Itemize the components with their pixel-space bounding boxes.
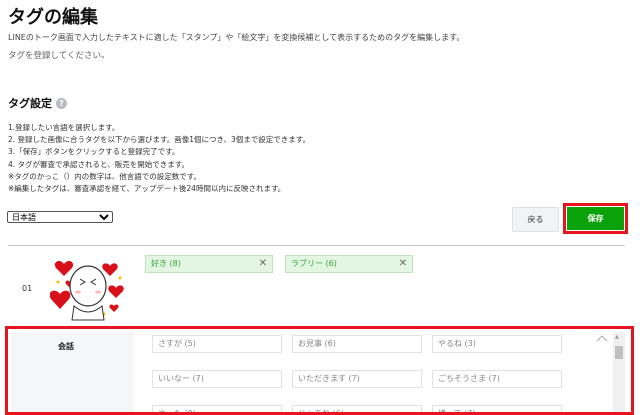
remove-tag-icon[interactable]: ✕ [399,256,407,272]
tag-option[interactable]: お見事 (6) [292,335,422,353]
instruction-step: 4. タグが審査で承認されると、販売を開始できます。 [8,159,189,169]
remove-tag-icon[interactable]: ✕ [259,256,267,272]
page-description: LINEのトーク画面で入力したテキストに適した「スタンプ」や「絵文字」を変換候補… [8,33,465,42]
tag-picker: 会話 さすが (5) お見事 (6) やるね (3) いいなー (7) いただき… [5,326,634,415]
scroll-up-arrow-icon[interactable]: ▲ [615,334,619,340]
scrollbar[interactable] [613,332,625,412]
instructions-list: 1.登録したい言語を選択します。 2. 登録した画像に合うタグを以下から選びます… [8,122,310,195]
instruction-step: 3.「保存」ボタンをクリックすると登録完了です。 [8,147,180,157]
tag-option[interactable]: やるね (3) [432,335,562,353]
sticker-image [50,261,124,321]
selected-tag: 好き (8) ✕ [145,255,273,273]
sticker-number: 01 [22,284,33,293]
tag-settings-heading: タグ設定 ? [8,95,67,111]
selected-tag: ラブリー (6) ✕ [285,255,413,273]
tag-option[interactable]: いただきます (7) [292,370,422,388]
chevron-up-icon[interactable] [596,334,608,342]
tag-option[interactable]: ごちそうさま (7) [432,370,562,388]
tag-option[interactable]: じゃあね (6) [292,405,422,412]
page-instruction: タグを登録してください。 [8,51,110,61]
tag-option[interactable]: やった (8) [152,405,282,412]
back-button[interactable]: 戻る [512,207,559,232]
category-label: 会話 [58,342,74,351]
tag-option[interactable]: 構って (7) [432,405,562,412]
help-icon[interactable]: ? [56,97,67,109]
instruction-step: 2. 登録した画像に合うタグを以下から選びます。画像1個につき、3個まで設定でき… [8,135,311,145]
tag-option[interactable]: さすが (5) [152,335,282,353]
instruction-step: 1.登録したい言語を選択します。 [8,123,120,132]
tag-option[interactable]: いいなー (7) [152,370,282,388]
page-title: タグの編集 [8,7,98,28]
divider [8,245,625,246]
selected-tag-label: 好き (8) [151,259,181,268]
selected-tag-label: ラブリー (6) [291,259,337,268]
tag-settings-title: タグ設定 [8,97,52,110]
language-select[interactable]: 日本語 [7,211,113,223]
instruction-step: ※タグのかっこ（）内の数字は、他言語での設定数です。 [8,171,202,181]
instruction-step: ※編集したタグは、審査承認を経て、アップデート後24時間以内に反映されます。 [8,184,286,194]
save-button[interactable]: 保存 [567,207,624,230]
scrollbar-thumb[interactable] [615,346,623,359]
